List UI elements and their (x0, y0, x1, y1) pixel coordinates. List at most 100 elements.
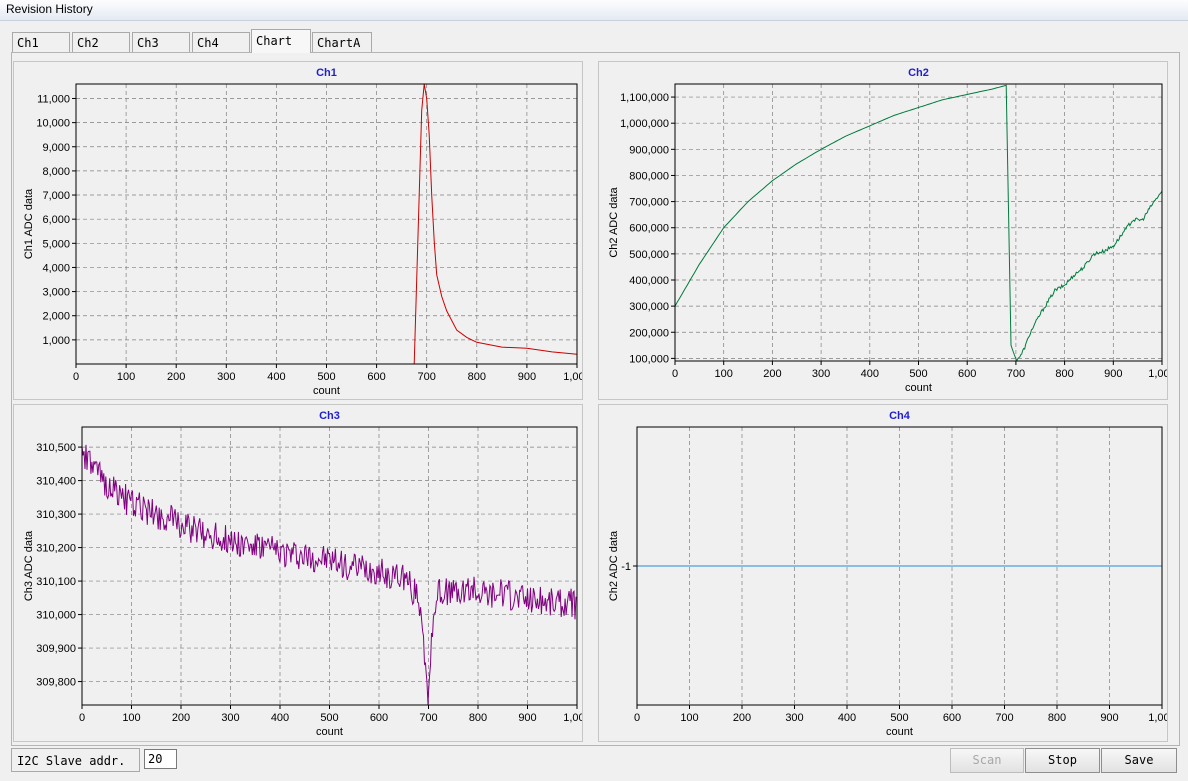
x-tick-label: 400 (861, 368, 879, 380)
x-tick-label: 700 (418, 371, 436, 383)
x-tick-label: 300 (812, 368, 830, 380)
x-tick-label: 600 (943, 712, 961, 724)
x-axis-label: count (886, 726, 913, 738)
chart-title: Ch1 (316, 67, 337, 79)
y-tick-label: 5,000 (42, 238, 70, 250)
x-tick-label: 700 (995, 712, 1013, 724)
chart-panel-ch1: Ch1 0 100 200 300 400 500 600 700 800 900 1,000 1,00… (13, 61, 583, 400)
y-tick-label: 7,000 (42, 190, 70, 202)
y-axis-label: Ch3 ADC data (23, 530, 35, 601)
tab-charta[interactable]: ChartA (312, 32, 372, 52)
y-tick-label: 100,000 (629, 353, 669, 365)
x-axis-label: count (905, 382, 932, 394)
plot-area (82, 427, 577, 705)
chart-panel-ch3: Ch3 0 100 200 300 400 500 600 700 800 900 1,000 309,… (13, 404, 583, 742)
y-tick-label: 310,200 (36, 543, 76, 555)
y-tick-label: -1 (621, 561, 631, 573)
x-tick-label: 600 (367, 371, 385, 383)
y-tick-label: 310,300 (36, 509, 76, 521)
y-tick-label: 800,000 (629, 170, 669, 182)
x-axis-label: count (313, 385, 340, 397)
y-tick-label: 4,000 (42, 262, 70, 274)
y-tick-label: 309,900 (36, 643, 76, 655)
y-tick-label: 500,000 (629, 249, 669, 261)
y-tick-label: 310,000 (36, 610, 76, 622)
y-tick-label: 700,000 (629, 197, 669, 209)
scan-button[interactable]: Scan (950, 748, 1024, 773)
x-tick-label: 400 (267, 371, 285, 383)
ch3-chart: Ch3 0 100 200 300 400 500 600 700 800 900 1,000 309,… (23, 410, 582, 738)
x-tick-label: 900 (1104, 368, 1122, 380)
x-tick-label: 800 (469, 712, 487, 724)
x-tick-label: 0 (634, 712, 640, 724)
tab-chart[interactable]: Chart (251, 29, 311, 53)
x-tick-label: 0 (79, 712, 85, 724)
x-tick-label: 200 (172, 712, 190, 724)
chart-title: Ch3 (319, 410, 340, 422)
i2c-slave-addr-input[interactable] (144, 749, 177, 769)
y-tick-label: 900,000 (629, 144, 669, 156)
x-tick-label: 900 (518, 371, 536, 383)
stop-button[interactable]: Stop (1025, 748, 1100, 773)
y-tick-label: 310,500 (36, 442, 76, 454)
y-tick-label: 8,000 (42, 166, 70, 178)
chart-title: Ch4 (889, 410, 911, 422)
y-tick-label: 1,000 (42, 335, 70, 347)
plot-area (675, 84, 1162, 361)
x-tick-label: 600 (958, 368, 976, 380)
x-axis-label: count (316, 726, 343, 738)
tab-ch3[interactable]: Ch3 (132, 32, 190, 52)
chart-panel-ch4: Ch4 0 100 200 300 400 500 600 700 800 900 1,000 -1 co… (598, 404, 1168, 742)
y-tick-label: 2,000 (42, 311, 70, 323)
x-tick-label: 100 (117, 371, 135, 383)
i2c-slave-addr-label: I2C Slave addr. (11, 748, 140, 772)
x-tick-label: 500 (317, 371, 335, 383)
x-tick-label: 200 (763, 368, 781, 380)
ch4-chart: Ch4 0 100 200 300 400 500 600 700 800 900 1,000 -1 co… (608, 410, 1167, 738)
tab-ch2[interactable]: Ch2 (72, 32, 130, 52)
chart-title: Ch2 (908, 67, 929, 79)
x-tick-label: 300 (217, 371, 235, 383)
y-axis-label: Ch2 ADC data (608, 530, 620, 601)
ch1-chart: Ch1 0 100 200 300 400 500 600 700 800 900 1,000 1,00… (23, 67, 582, 397)
x-tick-label: 900 (1100, 712, 1118, 724)
x-tick-label: 1,000 (1148, 368, 1167, 380)
y-tick-label: 400,000 (629, 275, 669, 287)
chart-panel-ch2: Ch2 0 100 200 300 400 500 600 700 800 900 1,000 100,… (598, 61, 1168, 400)
x-tick-label: 1,000 (563, 371, 582, 383)
y-tick-label: 6,000 (42, 214, 70, 226)
tab-ch1[interactable]: Ch1 (12, 32, 70, 52)
x-tick-label: 300 (785, 712, 803, 724)
x-tick-label: 100 (680, 712, 698, 724)
y-tick-label: 310,100 (36, 576, 76, 588)
y-tick-label: 9,000 (42, 142, 70, 154)
y-tick-label: 10,000 (36, 118, 70, 130)
menu-revision-history[interactable]: Revision History (6, 2, 93, 16)
x-tick-label: 200 (733, 712, 751, 724)
menu-bar: Revision History (0, 0, 1188, 21)
y-tick-label: 600,000 (629, 223, 669, 235)
y-tick-label: 309,800 (36, 677, 76, 689)
x-tick-label: 900 (518, 712, 536, 724)
y-tick-label: 310,400 (36, 476, 76, 488)
tab-strip: Ch1 Ch2 Ch3 Ch4 Chart ChartA (12, 29, 612, 53)
x-tick-label: 500 (909, 368, 927, 380)
x-tick-label: 100 (715, 368, 733, 380)
x-tick-label: 500 (890, 712, 908, 724)
ch2-chart: Ch2 0 100 200 300 400 500 600 700 800 900 1,000 100,… (608, 67, 1167, 394)
y-axis-label: Ch1 ADC data (23, 188, 35, 259)
y-axis-label: Ch2 ADC data (608, 186, 620, 257)
y-tick-label: 1,100,000 (620, 92, 669, 104)
x-tick-label: 400 (271, 712, 289, 724)
x-tick-label: 800 (1055, 368, 1073, 380)
x-tick-label: 1,000 (563, 712, 582, 724)
y-tick-label: 200,000 (629, 327, 669, 339)
tab-ch4[interactable]: Ch4 (192, 32, 250, 52)
y-tick-label: 1,000,000 (620, 118, 669, 130)
y-tick-label: 3,000 (42, 287, 70, 299)
y-tick-label: 300,000 (629, 301, 669, 313)
save-button[interactable]: Save (1101, 748, 1177, 773)
x-tick-label: 600 (370, 712, 388, 724)
x-tick-label: 0 (73, 371, 79, 383)
x-tick-label: 500 (320, 712, 338, 724)
